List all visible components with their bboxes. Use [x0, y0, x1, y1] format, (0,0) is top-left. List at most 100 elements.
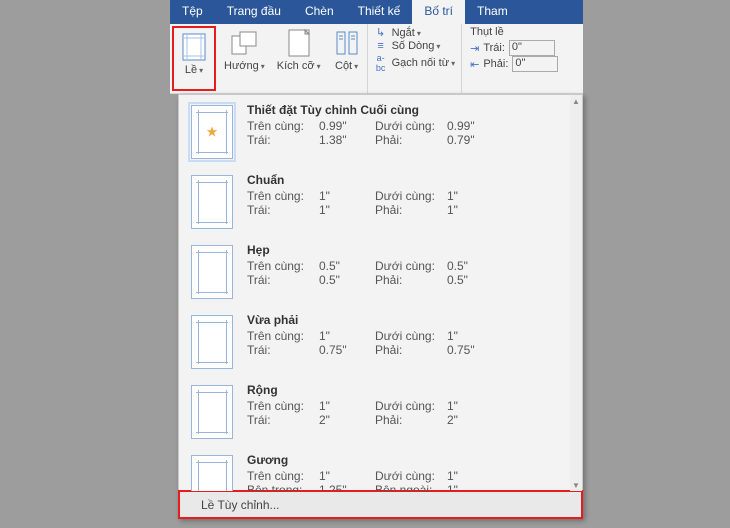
margins-preset-moderate[interactable]: Vừa phải Trên cùng:1" Dưới cùng:1" Trái:… [179, 305, 582, 375]
preset-title: Thiết đặt Tùy chỉnh Cuối cùng [247, 103, 570, 117]
label-right: Phải: [375, 133, 447, 147]
preset-info: Hẹp Trên cùng:0.5" Dưới cùng:0.5" Trái:0… [247, 243, 570, 299]
indent-left-label: Trái: [483, 42, 505, 54]
label-right: Phải: [375, 273, 447, 287]
label-top: Trên cùng: [247, 469, 319, 483]
preset-thumb [191, 385, 233, 439]
preset-thumb: ★ [191, 105, 233, 159]
breaks-icon: ↳ [374, 26, 388, 39]
line-numbers-button[interactable]: ≡ Số Dòng [374, 40, 456, 52]
preset-thumb [191, 455, 233, 491]
hyphenation-button[interactable]: a-bc Gạch nối từ [374, 53, 456, 73]
hyphenation-label: Gạch nối từ [392, 57, 456, 69]
preset-title: Vừa phải [247, 313, 570, 327]
value-top: 1" [319, 189, 375, 203]
label-top: Trên cùng: [247, 259, 319, 273]
indent-right-label: Phải: [483, 58, 508, 70]
value-right: 0.75" [447, 343, 497, 357]
preset-info: Vừa phải Trên cùng:1" Dưới cùng:1" Trái:… [247, 313, 570, 369]
preset-info: Thiết đặt Tùy chỉnh Cuối cùng Trên cùng:… [247, 103, 570, 159]
value-left: 1.38" [319, 133, 375, 147]
preset-thumb [191, 245, 233, 299]
value-right: 0.79" [447, 133, 497, 147]
label-bottom: Dưới cùng: [375, 189, 447, 203]
indent-title: Thụt lề [470, 26, 558, 38]
dropdown-scrollbar[interactable]: ▲ ▼ [570, 95, 582, 491]
value-outside: 1" [447, 483, 497, 491]
value-right: 2" [447, 413, 497, 427]
tab-file[interactable]: Tệp [170, 0, 215, 24]
preset-title: Gương [247, 453, 570, 467]
value-top: 1" [319, 399, 375, 413]
ribbon-tabbar: Tệp Trang đầu Chèn Thiết kế Bố trí Tham [170, 0, 583, 24]
preset-info: Gương Trên cùng:1" Dưới cùng:1" Bên tron… [247, 453, 570, 491]
margins-preset-normal[interactable]: Chuẩn Trên cùng:1" Dưới cùng:1" Trái:1" … [179, 165, 582, 235]
scroll-up-icon[interactable]: ▲ [570, 95, 582, 107]
value-inside: 1.25" [319, 483, 375, 491]
columns-button[interactable]: Cột [327, 24, 367, 93]
preset-title: Hẹp [247, 243, 570, 257]
label-top: Trên cùng: [247, 399, 319, 413]
value-left: 0.75" [319, 343, 375, 357]
value-top: 0.99" [319, 119, 375, 133]
value-left: 0.5" [319, 273, 375, 287]
margins-preset-last-custom[interactable]: ★ Thiết đặt Tùy chỉnh Cuối cùng Trên cùn… [179, 95, 582, 165]
label-inside: Bên trong: [247, 483, 319, 491]
tab-design[interactable]: Thiết kế [346, 0, 413, 24]
star-icon: ★ [206, 124, 219, 141]
margins-preset-wide[interactable]: Rộng Trên cùng:1" Dưới cùng:1" Trái:2" P… [179, 375, 582, 445]
label-bottom: Dưới cùng: [375, 259, 447, 273]
tab-insert[interactable]: Chèn [293, 0, 346, 24]
label-right: Phải: [375, 343, 447, 357]
custom-margins-button[interactable]: Lề Tùy chỉnh... [179, 491, 582, 518]
value-bottom: 0.5" [447, 259, 497, 273]
value-bottom: 0.99" [447, 119, 497, 133]
label-bottom: Dưới cùng: [375, 119, 447, 133]
margins-preset-narrow[interactable]: Hẹp Trên cùng:0.5" Dưới cùng:0.5" Trái:0… [179, 235, 582, 305]
indent-group: Thụt lề ⇥ Trái: 0" ⇤ Phải: 0" [461, 24, 566, 93]
tab-references[interactable]: Tham [465, 0, 520, 24]
margins-label: Lề [185, 64, 203, 76]
value-top: 1" [319, 329, 375, 343]
preset-title: Chuẩn [247, 173, 570, 187]
label-bottom: Dưới cùng: [375, 469, 447, 483]
size-icon [285, 28, 313, 58]
preset-title: Rộng [247, 383, 570, 397]
breaks-button[interactable]: ↳ Ngắt [374, 26, 456, 39]
margins-button[interactable]: Lề [174, 28, 214, 80]
size-button[interactable]: Kích cỡ [271, 24, 327, 93]
margins-list: ★ Thiết đặt Tùy chỉnh Cuối cùng Trên cùn… [179, 95, 582, 491]
tab-home[interactable]: Trang đầu [215, 0, 293, 24]
line-numbers-label: Số Dòng [392, 40, 441, 52]
breaks-label: Ngắt [392, 27, 421, 39]
label-right: Phải: [375, 203, 447, 217]
value-right: 0.5" [447, 273, 497, 287]
ribbon: Lề Hướng Kích cỡ Cột ↳ Ngắt ≡ Số Dòng a-bc… [170, 24, 583, 94]
tab-layout[interactable]: Bố trí [412, 0, 465, 24]
label-outside: Bên ngoài: [375, 483, 447, 491]
value-top: 1" [319, 469, 375, 483]
margins-preset-mirrored[interactable]: Gương Trên cùng:1" Dưới cùng:1" Bên tron… [179, 445, 582, 491]
indent-left-icon: ⇥ [470, 42, 479, 55]
label-right: Phải: [375, 413, 447, 427]
scroll-down-icon[interactable]: ▼ [570, 479, 582, 491]
label-left: Trái: [247, 343, 319, 357]
line-numbers-icon: ≡ [374, 40, 388, 52]
hyphenation-icon: a-bc [374, 53, 388, 73]
label-top: Trên cùng: [247, 189, 319, 203]
margins-icon [180, 32, 208, 62]
label-top: Trên cùng: [247, 329, 319, 343]
orientation-label: Hướng [224, 60, 265, 72]
orientation-button[interactable]: Hướng [218, 24, 271, 93]
label-left: Trái: [247, 273, 319, 287]
size-label: Kích cỡ [277, 60, 321, 72]
margins-dropdown: ★ Thiết đặt Tùy chỉnh Cuối cùng Trên cùn… [178, 94, 583, 519]
columns-icon [333, 28, 361, 58]
value-left: 1" [319, 203, 375, 217]
value-bottom: 1" [447, 469, 497, 483]
indent-left-input[interactable]: 0" [509, 40, 555, 56]
label-bottom: Dưới cùng: [375, 399, 447, 413]
indent-right-input[interactable]: 0" [512, 56, 558, 72]
value-left: 2" [319, 413, 375, 427]
orientation-icon [230, 28, 258, 58]
